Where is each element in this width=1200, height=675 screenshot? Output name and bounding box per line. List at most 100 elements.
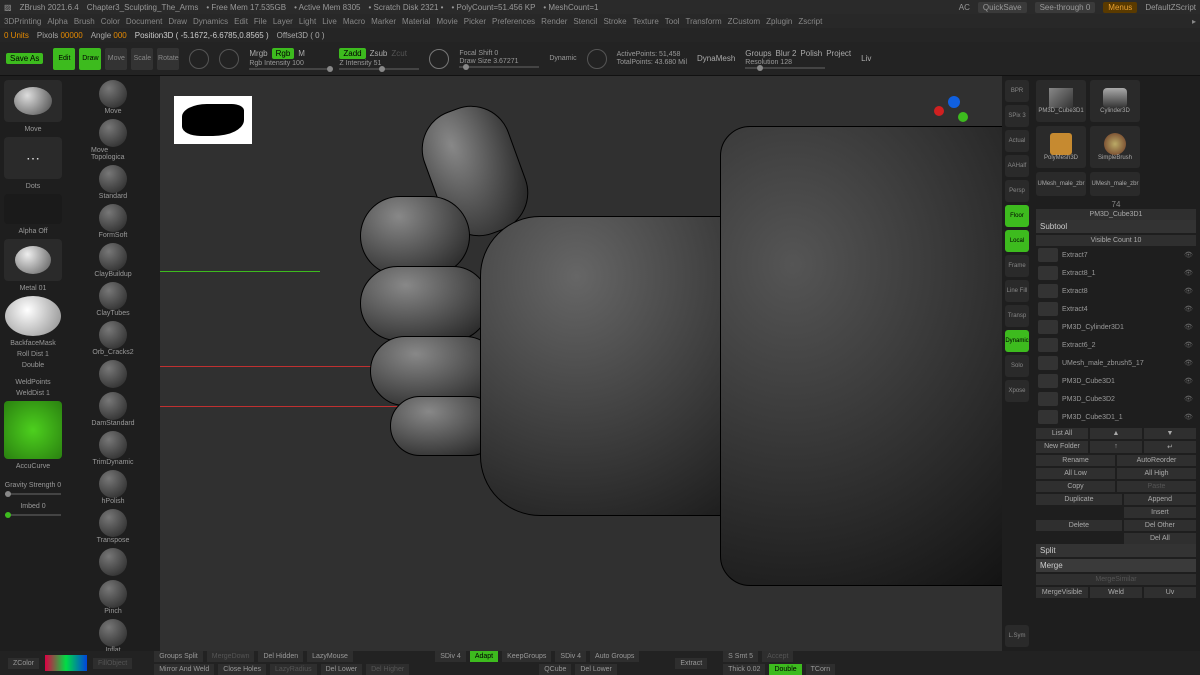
mirrorweld-button[interactable]: Mirror And Weld	[154, 664, 214, 675]
autoreorder-button[interactable]: AutoReorder	[1117, 455, 1196, 466]
menu-item[interactable]: Alpha	[47, 17, 67, 26]
menu-item[interactable]: Stencil	[573, 17, 597, 26]
copy-button[interactable]: Copy	[1036, 481, 1115, 492]
zadd-button[interactable]: Zadd	[339, 48, 365, 59]
zcolor-swatch[interactable]	[45, 655, 87, 671]
spix-button[interactable]: SPix 3	[1005, 105, 1029, 127]
groups[interactable]: Groups	[745, 49, 771, 58]
brush-item[interactable]: Inflat	[91, 619, 135, 654]
subtool-item[interactable]: Extract7👁	[1036, 246, 1196, 264]
tool-thumb[interactable]: PolyMesh3D	[1036, 126, 1086, 168]
brush-item[interactable]: ClayTubes	[91, 282, 135, 317]
weld-dist[interactable]: WeldDist 1	[16, 390, 50, 397]
extract-button[interactable]: Extract	[675, 658, 707, 669]
m-button[interactable]: M	[298, 49, 305, 58]
alpha-slot[interactable]	[4, 194, 62, 224]
tool-thumb[interactable]: PM3D_Cube3D1	[1036, 80, 1086, 122]
frame-button[interactable]: Frame	[1005, 255, 1029, 277]
move-button[interactable]: Move	[105, 48, 127, 70]
dynamic-toggle[interactable]: Dynamic	[549, 55, 576, 62]
split-header[interactable]: Split	[1036, 544, 1196, 557]
append-button[interactable]: Append	[1124, 494, 1196, 505]
tool-thumb[interactable]: Cylinder3D	[1090, 80, 1140, 122]
brush-main[interactable]	[4, 80, 62, 122]
z-intensity[interactable]: Z Intensity 51	[339, 60, 419, 67]
menu-item[interactable]: ZCustom	[728, 17, 760, 26]
menu-item[interactable]: Dynamics	[193, 17, 228, 26]
subtool-item[interactable]: PM3D_Cube3D2👁	[1036, 390, 1196, 408]
lazyradius[interactable]: LazyRadius	[270, 664, 317, 675]
close-icon[interactable]: ▸	[1192, 17, 1196, 26]
menu-item[interactable]: 3DPrinting	[4, 17, 41, 26]
thick-slider[interactable]: Thick 0.02	[723, 664, 765, 675]
closeholes-button[interactable]: Close Holes	[218, 664, 266, 675]
default-zscript[interactable]: DefaultZScript	[1145, 3, 1196, 12]
duplicate-button[interactable]: Duplicate	[1036, 494, 1122, 505]
tool-thumb[interactable]: UMesh_male_zbr	[1036, 172, 1086, 196]
dellower-button[interactable]: Del Lower	[321, 664, 363, 675]
brush-item[interactable]: DamStandard	[91, 392, 135, 427]
zsub-button[interactable]: Zsub	[370, 49, 388, 58]
backface-label[interactable]: BackfaceMask	[10, 340, 56, 347]
menus-button[interactable]: Menus	[1103, 2, 1137, 13]
subtool-item[interactable]: Extract8👁	[1036, 282, 1196, 300]
mergevisible[interactable]: MergeVisible	[1036, 587, 1088, 598]
dellower2-button[interactable]: Del Lower	[575, 664, 617, 675]
delother-button[interactable]: Del Other	[1124, 520, 1196, 531]
menu-item[interactable]: Tool	[665, 17, 680, 26]
menu-item[interactable]: Edit	[234, 17, 248, 26]
blur[interactable]: Blur 2	[776, 49, 797, 58]
mergesimilar[interactable]: MergeSimilar	[1036, 574, 1196, 585]
gyro-icon[interactable]	[189, 49, 209, 69]
solo-button[interactable]: Solo	[1005, 355, 1029, 377]
menu-item[interactable]: Preferences	[492, 17, 535, 26]
focal-shift[interactable]: Focal Shift 0	[459, 50, 539, 57]
brush-item[interactable]: Transpose	[91, 509, 135, 544]
project[interactable]: Project	[826, 49, 851, 58]
tool-thumb[interactable]: UMesh_male_zbr	[1090, 172, 1140, 196]
ssmt-slider[interactable]: S Smt 5	[723, 651, 758, 662]
subtool-header[interactable]: Subtool	[1036, 220, 1196, 233]
accucurve[interactable]	[4, 401, 62, 459]
double-button[interactable]: Double	[769, 664, 801, 675]
scale-button[interactable]: Scale	[131, 48, 153, 70]
keepgroups[interactable]: KeepGroups	[502, 651, 551, 662]
weld-toggle[interactable]: Weld	[1090, 587, 1142, 598]
menu-item[interactable]: Picker	[464, 17, 486, 26]
groupssplit-button[interactable]: Groups Split	[154, 651, 203, 662]
quicksave-button[interactable]: QuickSave	[978, 2, 1027, 13]
merge-header[interactable]: Merge	[1036, 559, 1196, 572]
visible-count[interactable]: Visible Count 10	[1036, 235, 1196, 246]
brush-item[interactable]: Standard	[91, 165, 135, 200]
local-button[interactable]: Local	[1005, 230, 1029, 252]
transp-button[interactable]: Transp	[1005, 305, 1029, 327]
menu-item[interactable]: Layer	[273, 17, 293, 26]
adapt-button[interactable]: Adapt	[470, 651, 498, 662]
sdiv2-slider[interactable]: SDiv 4	[555, 651, 586, 662]
brush-item[interactable]: Move Topologica	[91, 119, 135, 161]
weld-points[interactable]: WeldPoints	[15, 379, 50, 386]
menu-item[interactable]: Brush	[74, 17, 95, 26]
persp-button[interactable]: Persp	[1005, 180, 1029, 202]
brush-item[interactable]: hPolish	[91, 470, 135, 505]
folder-down[interactable]: ↵	[1144, 441, 1196, 453]
brush-item[interactable]: Orb_Cracks2	[91, 321, 135, 356]
menu-item[interactable]: Zplugin	[766, 17, 792, 26]
accept-button[interactable]: Accept	[762, 651, 793, 662]
tool-thumb[interactable]: SimpleBrush	[1090, 126, 1140, 168]
menu-item[interactable]: Draw	[168, 17, 187, 26]
rgb-button[interactable]: Rgb	[272, 48, 295, 59]
brush-item[interactable]	[91, 360, 135, 388]
silhouette-thumbnail[interactable]	[174, 96, 252, 144]
focal-icon[interactable]	[429, 49, 449, 69]
subtool-item[interactable]: Extract4👁	[1036, 300, 1196, 318]
double-toggle[interactable]: Double	[22, 362, 44, 369]
dynamesh-button[interactable]: DynaMesh	[697, 54, 735, 63]
menu-item[interactable]: Document	[126, 17, 162, 26]
allhigh-button[interactable]: All High	[1117, 468, 1196, 479]
subtool-item[interactable]: Extract6_2👁	[1036, 336, 1196, 354]
menu-item[interactable]: Render	[541, 17, 567, 26]
rgb-intensity[interactable]: Rgb Intensity 100	[249, 60, 329, 67]
bpr-button[interactable]: BPR	[1005, 80, 1029, 102]
save-as-button[interactable]: Save As	[6, 53, 43, 64]
